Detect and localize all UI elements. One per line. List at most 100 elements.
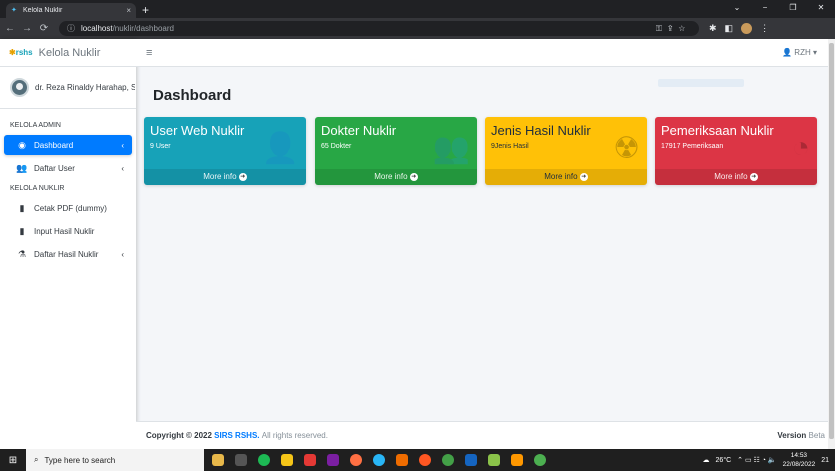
radiation-icon: ☢	[613, 132, 640, 165]
chevron-left-icon: ‹	[121, 163, 124, 173]
caret-down-icon: ▾	[812, 48, 817, 57]
sidebar-item-cetak-pdf[interactable]: ▮ Cetak PDF (dummy)	[4, 198, 132, 218]
arrow-circle-right-icon: ➜	[749, 172, 758, 181]
main-footer: Copyright © 2022 SIRS RSHS. All rights r…	[136, 421, 835, 449]
sidebar-item-label: Dashboard	[34, 140, 74, 150]
search-icon: ⌕	[34, 455, 39, 464]
page-title: Dashboard	[153, 87, 232, 104]
arrow-circle-right-icon: ➜	[579, 172, 588, 181]
sidebar: ✱rshs Kelola Nuklir dr. Reza Rinaldy Har…	[0, 39, 136, 449]
small-box-inner: User Web Nuklir 9 User 👤	[144, 117, 306, 169]
rights-text: All rights reserved.	[261, 431, 328, 440]
side-panel-icon[interactable]: ◧	[725, 23, 734, 34]
copyright-text: Copyright © 2022	[146, 431, 212, 440]
sidebar-item-input-hasil[interactable]: ▮ Input Hasil Nuklir	[4, 221, 132, 241]
nav-header-admin: KELOLA ADMIN	[10, 122, 61, 129]
app-icon[interactable]	[235, 454, 247, 466]
url-host: localhost	[81, 24, 113, 33]
windows-taskbar: ⊞ ⌕ Type here to search ☁ 26°C ⌃ ▭ ☷ ◔ 🔈…	[0, 449, 835, 471]
app-icon[interactable]	[304, 454, 316, 466]
page-scrollbar[interactable]	[828, 39, 835, 449]
small-box-pemeriksaan: Pemeriksaan Nuklir 17917 Pemeriksaan ◔ M…	[655, 117, 817, 185]
notification-badge[interactable]: 21	[821, 457, 829, 464]
sidebar-item-label: Input Hasil Nuklir	[34, 226, 95, 236]
browser-menu-icon[interactable]: ⋮	[760, 23, 769, 34]
window-controls: ⌄ − ❐ ✕	[723, 0, 835, 18]
taskbar-search[interactable]: ⌕ Type here to search	[26, 449, 204, 471]
tachometer-icon: ◉	[18, 139, 26, 150]
version-info: Version Beta	[777, 431, 825, 440]
url-path: /nuklir/dashboard	[112, 24, 174, 33]
faded-breadcrumb	[658, 79, 744, 87]
sidebar-item-label: Daftar User	[34, 163, 75, 173]
tab-search-icon[interactable]: ⌄	[723, 0, 751, 18]
browser-tabbar: ✦ Kelola Nuklir × + ⌄ − ❐ ✕	[0, 0, 835, 18]
weather-icon[interactable]: ☁	[703, 456, 710, 464]
top-navbar: ≡ 👤 RZH ▾	[136, 39, 835, 67]
address-bar[interactable]: ⓘ localhost/nuklir/dashboard ⚿⇪☆	[59, 21, 699, 36]
sidebar-item-label: Daftar Hasil Nuklir	[34, 249, 99, 259]
profile-avatar[interactable]	[741, 23, 753, 34]
app-icon[interactable]	[419, 454, 431, 466]
app-icon[interactable]	[465, 454, 477, 466]
small-box-inner: Jenis Hasil Nuklir 9Jenis Hasil ☢	[485, 117, 647, 169]
reload-icon[interactable]: ⟳	[37, 23, 51, 34]
app-icon[interactable]	[281, 454, 293, 466]
user-panel[interactable]: dr. Reza Rinaldy Harahap, S	[0, 67, 136, 109]
sidebar-item-daftar-hasil[interactable]: ⚗ Daftar Hasil Nuklir ‹	[4, 244, 132, 264]
more-info-link[interactable]: More info ➜	[485, 169, 647, 185]
user-name[interactable]: dr. Reza Rinaldy Harahap, S	[35, 83, 135, 92]
chevron-left-icon: ‹	[121, 140, 124, 150]
forward-icon[interactable]: →	[20, 23, 34, 34]
taskbar-apps	[212, 454, 546, 466]
brand-link[interactable]: ✱rshs Kelola Nuklir	[0, 39, 136, 67]
back-icon[interactable]: ←	[3, 23, 17, 34]
nav-header-nuklir: KELOLA NUKLIR	[10, 185, 65, 192]
tab-title: Kelola Nuklir	[23, 7, 63, 14]
app-icon[interactable]	[534, 454, 546, 466]
content-wrapper: Dashboard User Web Nuklir 9 User 👤 More …	[136, 67, 835, 421]
user-dropdown[interactable]: 👤 RZH ▾	[782, 48, 817, 57]
user-icon: 👤	[782, 48, 793, 57]
app-icon[interactable]	[212, 454, 224, 466]
extensions-icon[interactable]: ✱	[709, 23, 717, 34]
sirs-rshs-link[interactable]: SIRS RSHS.	[214, 431, 259, 440]
chevron-left-icon: ‹	[121, 249, 124, 259]
app-icon[interactable]	[327, 454, 339, 466]
app-icon[interactable]	[488, 454, 500, 466]
user-initials: RZH	[794, 48, 811, 57]
tray-icons[interactable]: ⌃ ▭ ☷ ◔ 🔈	[737, 456, 776, 464]
close-window-button[interactable]: ✕	[807, 0, 835, 18]
minimize-button[interactable]: −	[751, 0, 779, 18]
app-icon[interactable]	[373, 454, 385, 466]
maximize-button[interactable]: ❐	[779, 0, 807, 18]
arrow-circle-right-icon: ➜	[238, 172, 247, 181]
app-icon[interactable]	[442, 454, 454, 466]
more-info-link[interactable]: More info ➜	[655, 169, 817, 185]
menu-toggle-icon[interactable]: ≡	[146, 47, 152, 59]
scrollbar-thumb[interactable]	[829, 43, 834, 439]
file-icon: ▮	[19, 225, 25, 236]
app-icon[interactable]	[350, 454, 362, 466]
site-info-icon[interactable]: ⓘ	[67, 23, 75, 34]
omnibox-actions-icon[interactable]: ⚿⇪☆	[656, 24, 691, 34]
windows-start-icon[interactable]: ⊞	[0, 455, 26, 466]
search-placeholder: Type here to search	[44, 455, 116, 465]
more-info-link[interactable]: More info ➜	[144, 169, 306, 185]
tab-close-icon[interactable]: ×	[126, 6, 131, 15]
browser-tab[interactable]: ✦ Kelola Nuklir ×	[6, 3, 136, 18]
clock[interactable]: 14:53 22/08/2022	[783, 451, 816, 469]
app-icon[interactable]	[258, 454, 270, 466]
user-icon: 👤	[261, 132, 299, 165]
app-icon[interactable]	[396, 454, 408, 466]
more-info-link[interactable]: More info ➜	[315, 169, 477, 185]
brand-text: Kelola Nuklir	[38, 46, 101, 59]
temperature[interactable]: 26°C	[716, 457, 732, 464]
new-tab-button[interactable]: +	[142, 3, 149, 18]
chart-pie-icon: ◔	[791, 131, 810, 164]
app-icon[interactable]	[511, 454, 523, 466]
sidebar-item-dashboard[interactable]: ◉ Dashboard ‹	[4, 135, 132, 155]
browser-toolbar: ← → ⟳ ⓘ localhost/nuklir/dashboard ⚿⇪☆ ✱…	[0, 18, 835, 39]
sidebar-item-daftar-user[interactable]: 👥 Daftar User ‹	[4, 158, 132, 178]
users-icon: 👥	[16, 162, 28, 173]
